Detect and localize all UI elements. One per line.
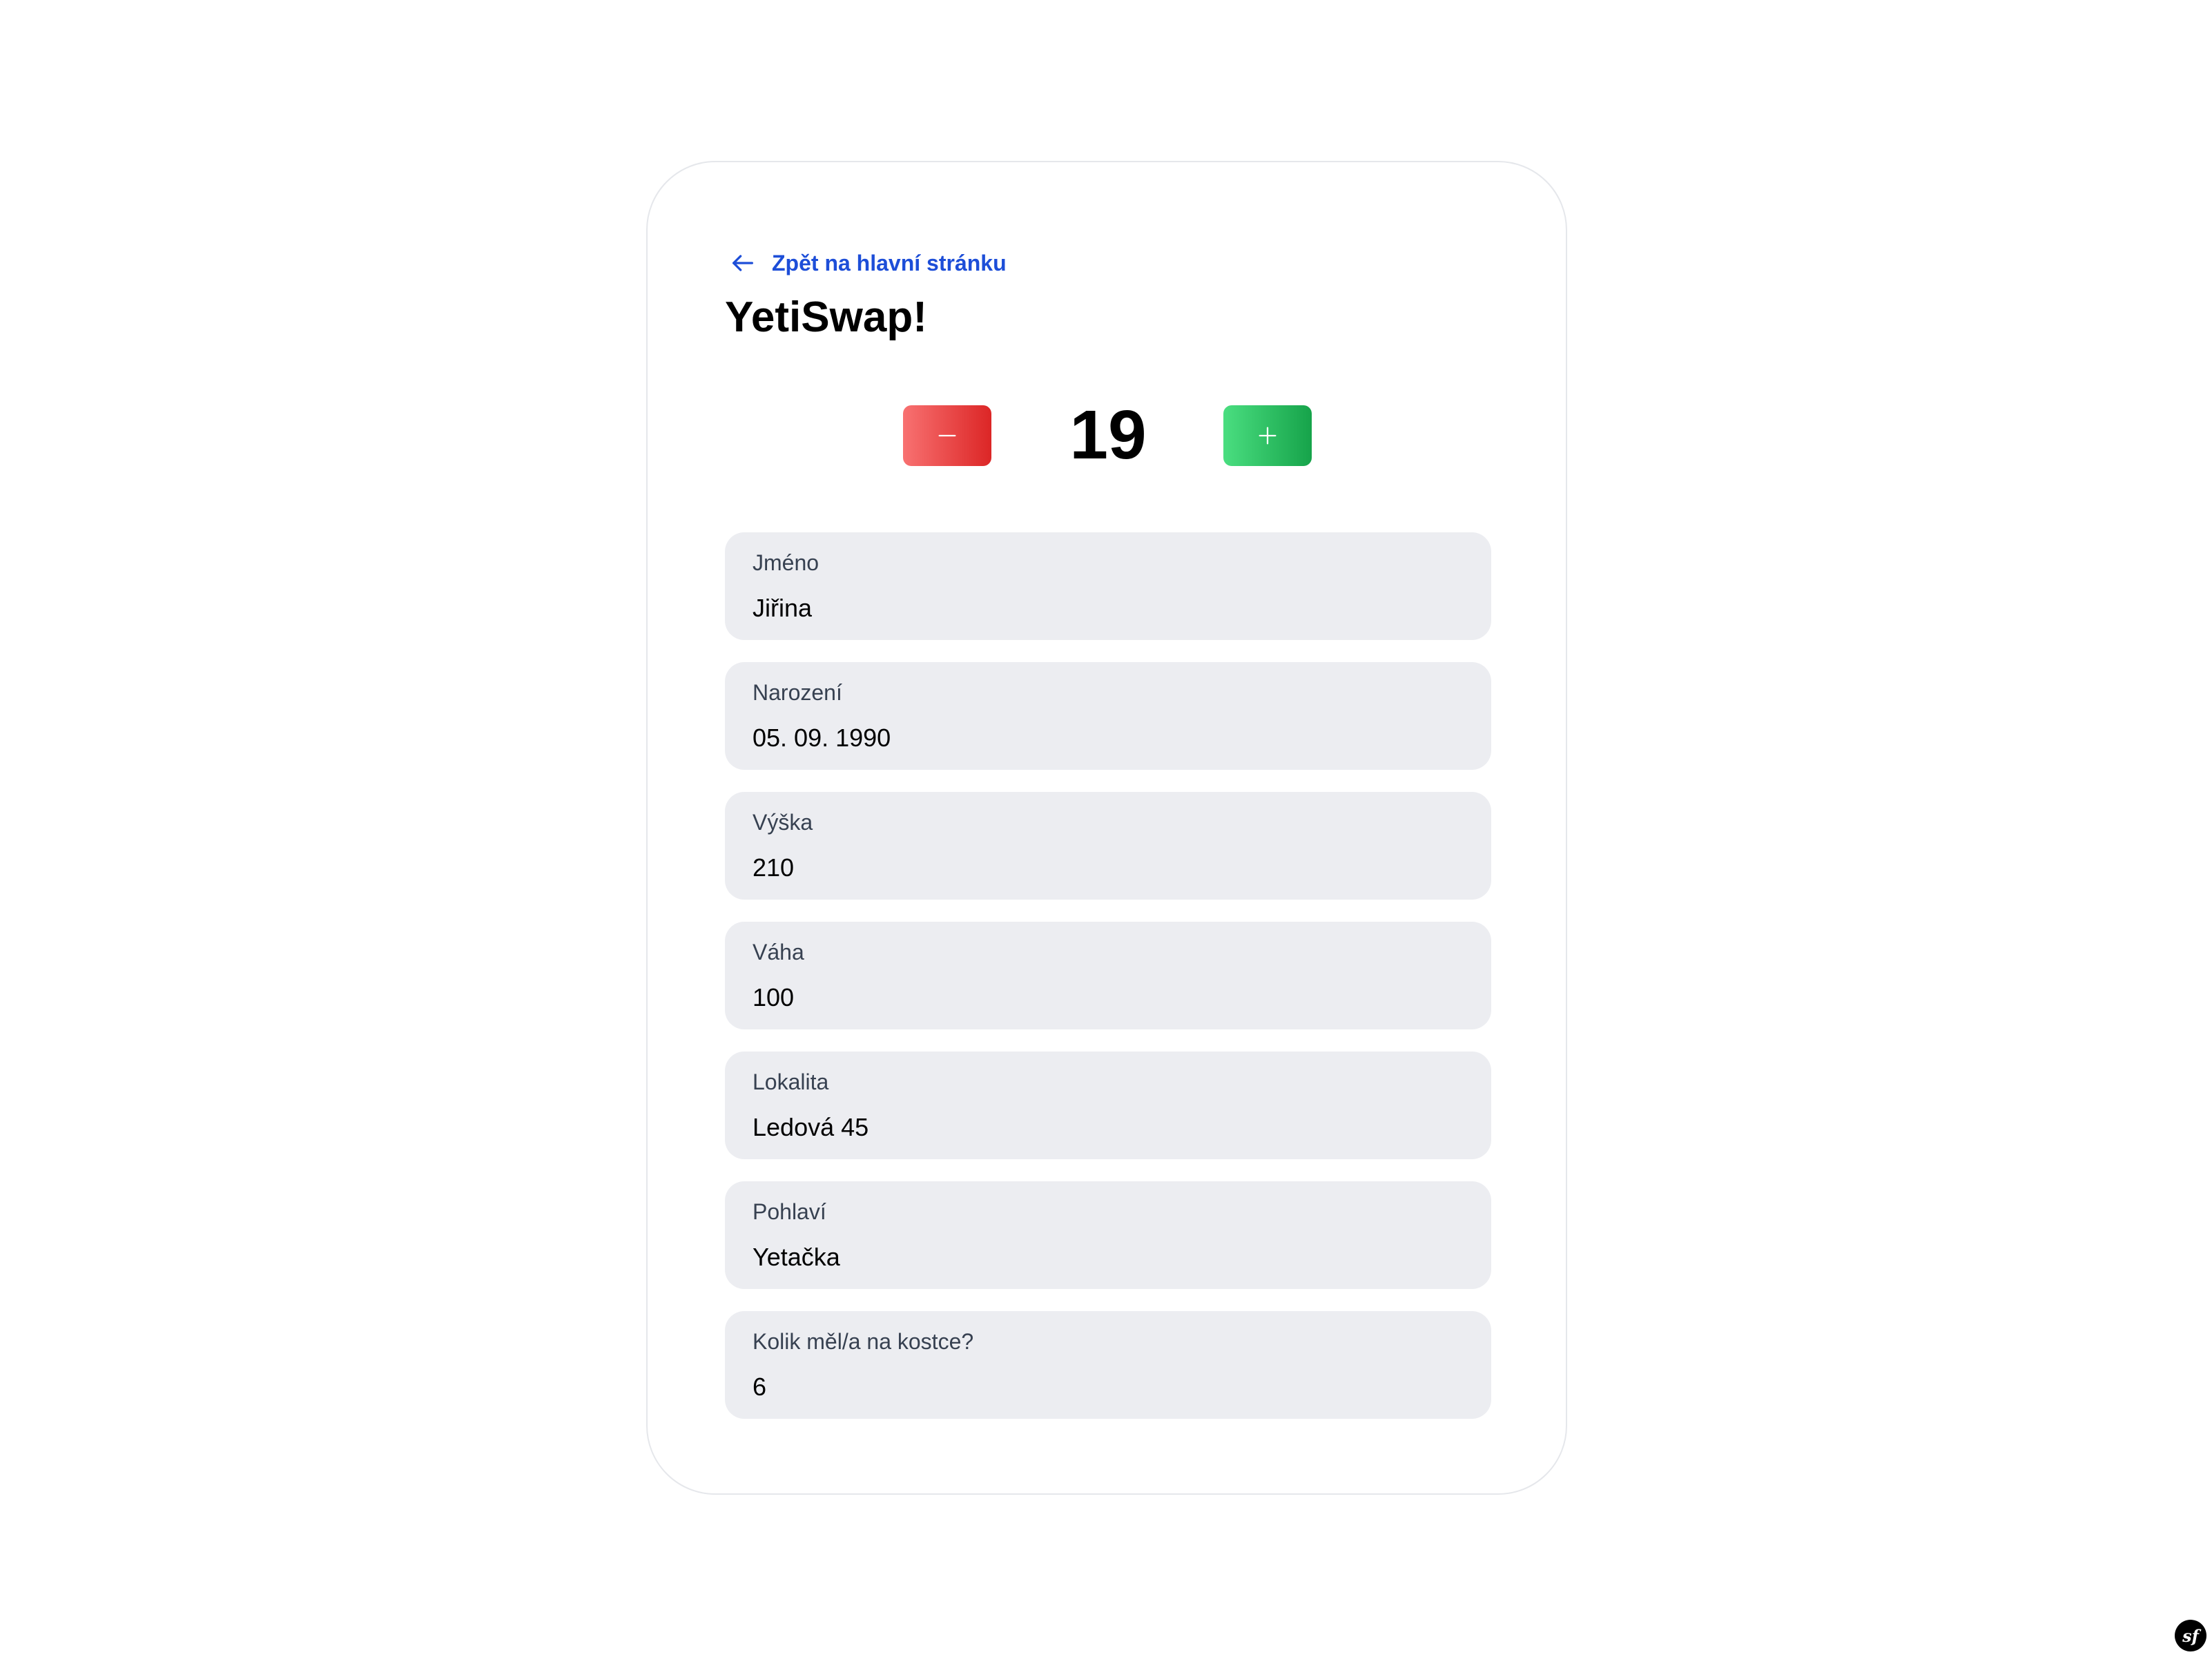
field-location: Lokalita Ledová 45 xyxy=(725,1052,1491,1159)
arrow-left-icon xyxy=(729,249,757,277)
field-gender: Pohlaví Yetačka xyxy=(725,1181,1491,1289)
field-name: Jméno Jiřina xyxy=(725,532,1491,640)
symfony-toolbar-logo[interactable]: sf xyxy=(2175,1620,2206,1651)
field-value: 210 xyxy=(753,853,795,882)
plus-icon xyxy=(1256,424,1279,447)
rating-counter: 19 xyxy=(648,397,1566,473)
field-label: Pohlaví xyxy=(753,1199,826,1224)
field-value: 6 xyxy=(753,1373,767,1401)
field-weight: Váha 100 xyxy=(725,922,1491,1029)
field-value: Jiřina xyxy=(753,594,813,622)
back-link-label: Zpět na hlavní stránku xyxy=(772,250,1007,275)
increment-button[interactable] xyxy=(1223,405,1312,466)
field-label: Lokalita xyxy=(753,1069,829,1094)
field-birth-date: Narození 05. 09. 1990 xyxy=(725,662,1491,770)
counter-value: 19 xyxy=(1069,396,1147,474)
page: Zpět na hlavní stránku YetiSwap! 19 Jmén… xyxy=(0,0,2212,1657)
field-value: 05. 09. 1990 xyxy=(753,724,891,752)
field-label: Váha xyxy=(753,940,804,965)
page-title: YetiSwap! xyxy=(725,293,927,341)
field-value: 100 xyxy=(753,983,795,1011)
field-value: Yetačka xyxy=(753,1243,840,1271)
profile-fields: Jméno Jiřina Narození 05. 09. 1990 Výška… xyxy=(725,532,1491,1441)
field-label: Jméno xyxy=(753,550,819,575)
field-label: Narození xyxy=(753,680,842,705)
field-dice-roll: Kolik měl/a na kostce? 6 xyxy=(725,1311,1491,1419)
field-height: Výška 210 xyxy=(725,792,1491,900)
minus-icon xyxy=(935,424,959,447)
field-label: Výška xyxy=(753,810,813,835)
decrement-button[interactable] xyxy=(903,405,991,466)
field-label: Kolik měl/a na kostce? xyxy=(753,1329,974,1354)
field-value: Ledová 45 xyxy=(753,1113,869,1141)
back-to-home-link[interactable]: Zpět na hlavní stránku xyxy=(729,244,1007,282)
yeti-detail-card: Zpět na hlavní stránku YetiSwap! 19 Jmén… xyxy=(646,161,1567,1495)
